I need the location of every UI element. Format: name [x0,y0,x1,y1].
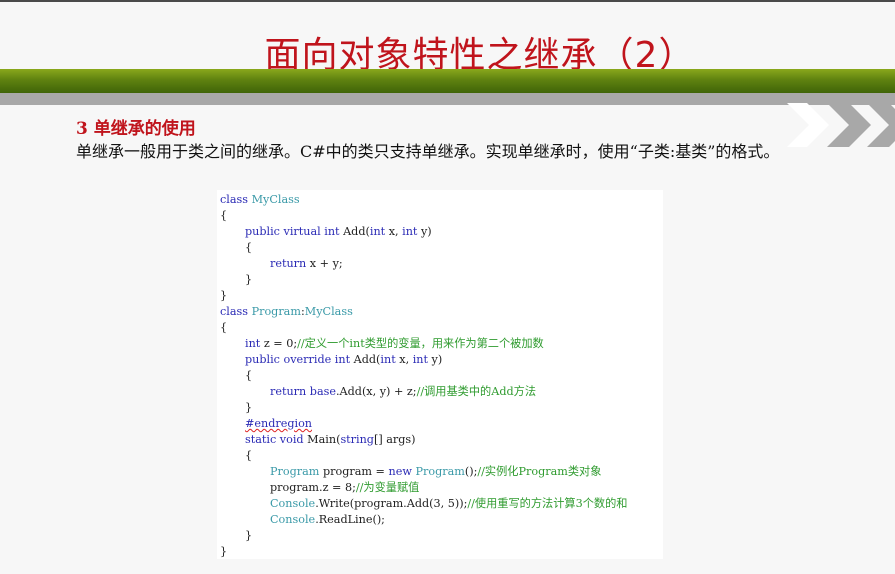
code-token: Console [270,497,316,510]
code-line: Console.ReadLine(); [270,513,385,527]
code-comment: //定义一个int类型的变量，用来作为第二个被加数 [297,337,544,350]
code-token: .Add(x, y) + z; [335,385,417,398]
code-token: Program [270,465,323,478]
code-token: return [270,257,310,270]
code-token: int [245,337,264,350]
chevron-arrows-icon [787,103,895,147]
code-token: x, [399,353,413,366]
code-token: program.z = 8; [270,481,356,494]
code-line: } [220,545,228,558]
code-line: return base.Add(x, y) + z;//调用基类中的Add方法 [270,385,536,399]
code-line: return x + y; [270,257,343,271]
code-token: int [412,353,432,366]
code-token: (); [464,465,478,478]
code-line: } [245,273,253,286]
code-line: } [245,529,253,542]
code-token: new [388,465,416,478]
code-token: int [380,353,400,366]
code-line: } [245,401,253,414]
code-line: int z = 0;//定义一个int类型的变量，用来作为第二个被加数 [245,337,544,351]
code-token: class [220,193,252,206]
code-token: return base [270,385,336,398]
code-line: Program program = new Program();//实例化Pro… [270,465,601,479]
code-line: static void Main(string[] args) [245,433,416,447]
code-comment: //实例化Program类对象 [477,465,602,478]
code-token: program = [322,465,389,478]
code-token: MyClass [251,193,300,206]
code-token: string [340,433,374,446]
green-banner [0,69,895,93]
gray-banner [0,93,895,105]
code-token: public override int [245,353,354,366]
code-token: x + y; [309,257,343,270]
code-token: public virtual int [245,225,344,238]
code-comment: //调用基类中的Add方法 [416,385,537,398]
code-token: z = 0; [263,337,298,350]
code-line: class MyClass [220,193,300,207]
code-token: int [402,225,421,238]
code-line: { [245,241,253,254]
code-line: { [220,209,228,222]
section-heading: 3 单继承的使用 [76,119,196,139]
top-rule [0,0,895,2]
code-line: Console.Write(program.Add(3, 5));//使用重写的… [270,497,627,511]
code-token: Add( [353,353,381,366]
code-token: class [220,305,252,318]
code-token: Main( [307,433,341,446]
code-token: .Write(program.Add(3, 5)); [315,497,468,510]
code-line: public override int Add(int x, int y) [245,353,442,367]
code-block: class MyClass { public virtual int Add(i… [217,190,663,559]
code-token: MyClass [304,305,353,318]
code-token: x, [388,225,403,238]
code-token: Console [270,513,316,526]
code-token: static void [245,433,308,446]
code-token: [] args) [373,433,416,446]
code-comment: //使用重写的方法计算3个数的和 [467,497,628,510]
code-line: } [220,289,228,302]
code-token: Program [415,465,465,478]
code-line: { [220,321,228,334]
code-token: Program [251,305,301,318]
code-token: y) [431,353,443,366]
code-token: int [369,225,389,238]
code-line: program.z = 8;//为变量赋值 [270,481,419,495]
code-line: { [245,369,253,382]
code-comment: //为变量赋值 [355,481,420,494]
code-token: .ReadLine(); [315,513,385,526]
code-token: Add( [343,225,370,238]
code-line: class Program:MyClass [220,305,353,319]
intro-paragraph: 单继承一般用于类之间的继承。C#中的类只支持单继承。实现单继承时，使用“子类:基… [76,142,780,161]
code-token: y) [420,225,432,238]
code-line: { [245,449,253,462]
code-line-directive: #endregion [245,417,313,430]
code-line: public virtual int Add(int x, int y) [245,225,432,239]
